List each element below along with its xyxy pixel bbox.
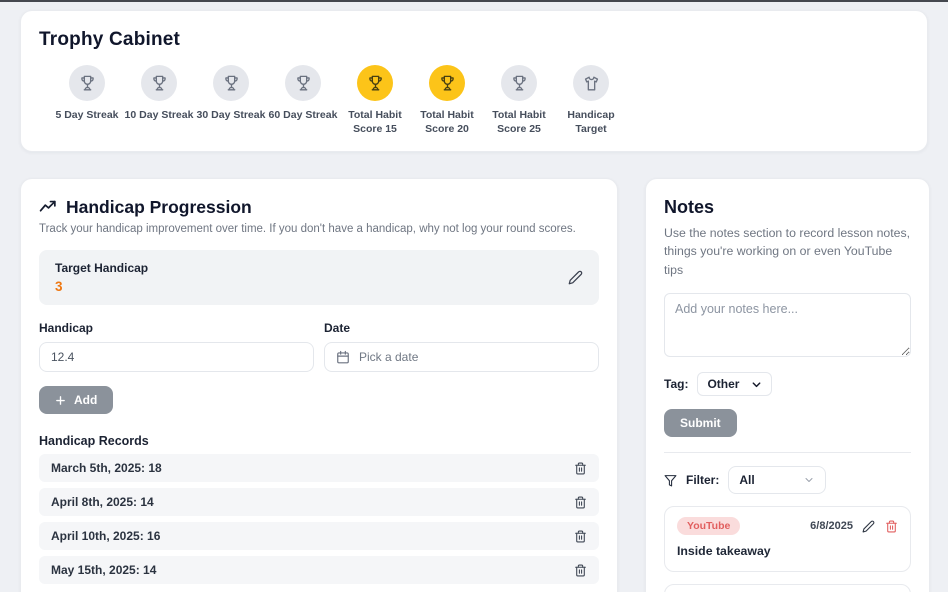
- edit-target-icon[interactable]: [568, 270, 583, 285]
- add-button[interactable]: Add: [39, 386, 113, 414]
- record-text: April 8th, 2025: 14: [51, 495, 154, 509]
- delete-note-icon[interactable]: [885, 520, 898, 533]
- app-screen: Trophy Cabinet 5 Day Streak 10 Day Strea…: [0, 0, 948, 592]
- handicap-record-row: April 10th, 2025: 16: [39, 522, 599, 550]
- handicap-form-row: Handicap Date Pick a date: [39, 321, 599, 372]
- filter-funnel-icon: [664, 474, 677, 487]
- top-border-line: [0, 0, 948, 2]
- trophy-icon: [501, 65, 537, 101]
- handicap-input[interactable]: [39, 342, 314, 372]
- submit-button[interactable]: Submit: [664, 409, 737, 437]
- trophy-icon-unlocked: [429, 65, 465, 101]
- delete-record-icon[interactable]: [574, 530, 587, 543]
- handicap-progression-header: Handicap Progression: [39, 197, 599, 218]
- trophy-icon: [69, 65, 105, 101]
- notes-divider: [664, 452, 911, 453]
- edit-note-icon[interactable]: [862, 520, 875, 533]
- target-handicap-label: Target Handicap: [55, 261, 148, 275]
- trophy-cabinet-card: Trophy Cabinet 5 Day Streak 10 Day Strea…: [20, 10, 928, 152]
- trophy-cabinet-title: Trophy Cabinet: [39, 29, 909, 51]
- trophy-label: 10 Day Streak: [125, 108, 194, 122]
- tag-select-value: Other: [707, 377, 739, 391]
- record-text: March 5th, 2025: 18: [51, 461, 162, 475]
- calendar-icon: [336, 350, 350, 364]
- trophy-row: 5 Day Streak 10 Day Streak 30 Day Streak…: [39, 65, 909, 136]
- trophy-item-60-day-streak: 60 Day Streak: [267, 65, 339, 136]
- note-card: Lessons 6/7/2025 Grip: diagonal shaft up…: [664, 584, 911, 592]
- handicap-progression-card: Handicap Progression Track your handicap…: [20, 178, 618, 592]
- date-field-label: Date: [324, 321, 599, 335]
- trophy-icon-unlocked: [357, 65, 393, 101]
- trophy-label: 60 Day Streak: [269, 108, 338, 122]
- submit-button-label: Submit: [680, 416, 721, 430]
- handicap-records-title: Handicap Records: [39, 434, 599, 448]
- trophy-icon: [213, 65, 249, 101]
- trophy-item-5-day-streak: 5 Day Streak: [51, 65, 123, 136]
- trophy-label: 30 Day Streak: [197, 108, 266, 122]
- note-card: YouTube 6/8/2025 Inside takeaway: [664, 506, 911, 572]
- notes-textarea[interactable]: [664, 293, 911, 357]
- filter-select-value: All: [739, 473, 754, 487]
- note-card-header: YouTube 6/8/2025: [677, 517, 898, 535]
- add-button-label: Add: [74, 393, 97, 407]
- note-date: 6/8/2025: [810, 520, 853, 532]
- chevron-down-icon: [751, 379, 762, 390]
- trophy-item-habit-score-20: Total Habit Score 20: [411, 65, 483, 136]
- date-placeholder: Pick a date: [359, 350, 418, 364]
- trophy-item-habit-score-15: Total Habit Score 15: [339, 65, 411, 136]
- filter-label: Filter:: [686, 473, 719, 487]
- trophy-item-habit-score-25: Total Habit Score 25: [483, 65, 555, 136]
- trophy-item-handicap-target: Handicap Target: [555, 65, 627, 136]
- filter-row: Filter: All: [664, 466, 911, 494]
- plus-icon: [55, 395, 66, 406]
- trophy-label: Handicap Target: [555, 108, 627, 136]
- delete-record-icon[interactable]: [574, 496, 587, 509]
- handicap-record-row: March 5th, 2025: 18: [39, 454, 599, 482]
- note-tag-badge: YouTube: [677, 517, 740, 535]
- target-handicap-value: 3: [55, 279, 148, 294]
- trophy-item-30-day-streak: 30 Day Streak: [195, 65, 267, 136]
- filter-select[interactable]: All: [728, 466, 826, 494]
- handicap-record-row: May 15th, 2025: 14: [39, 556, 599, 584]
- trending-up-icon: [39, 198, 58, 217]
- notes-card: Notes Use the notes section to record le…: [645, 178, 930, 592]
- tag-row: Tag: Other: [664, 372, 911, 396]
- record-text: April 10th, 2025: 16: [51, 529, 160, 543]
- trophy-icon: [141, 65, 177, 101]
- handicap-field-label: Handicap: [39, 321, 314, 335]
- tag-label: Tag:: [664, 377, 688, 391]
- trophy-item-10-day-streak: 10 Day Streak: [123, 65, 195, 136]
- chevron-down-icon: [803, 474, 815, 486]
- trophy-label: Total Habit Score 15: [339, 108, 411, 136]
- shirt-icon: [573, 65, 609, 101]
- trophy-label: 5 Day Streak: [55, 108, 118, 122]
- tag-select[interactable]: Other: [697, 372, 772, 396]
- target-handicap-box: Target Handicap 3: [39, 250, 599, 305]
- notes-subtitle: Use the notes section to record lesson n…: [664, 224, 911, 279]
- note-body: Inside takeaway: [677, 543, 898, 561]
- handicap-record-row: April 8th, 2025: 14: [39, 488, 599, 516]
- record-text: May 15th, 2025: 14: [51, 563, 156, 577]
- date-input[interactable]: Pick a date: [324, 342, 599, 372]
- trophy-icon: [285, 65, 321, 101]
- notes-title: Notes: [664, 197, 911, 218]
- handicap-progression-subtitle: Track your handicap improvement over tim…: [39, 223, 599, 235]
- trophy-label: Total Habit Score 20: [411, 108, 483, 136]
- delete-record-icon[interactable]: [574, 564, 587, 577]
- trophy-label: Total Habit Score 25: [483, 108, 555, 136]
- delete-record-icon[interactable]: [574, 462, 587, 475]
- handicap-progression-title: Handicap Progression: [66, 197, 252, 218]
